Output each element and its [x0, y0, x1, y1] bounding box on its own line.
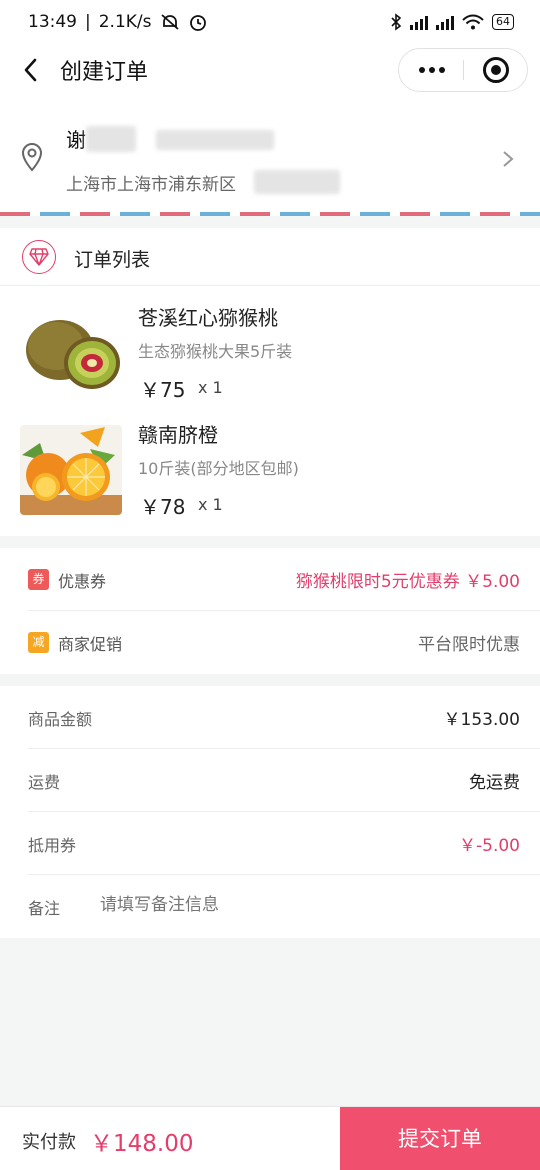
shipping-row: 运费 免运费: [0, 749, 540, 812]
signal-icon-2: [436, 14, 454, 30]
order-list-title: 订单列表: [74, 249, 151, 271]
order-item[interactable]: 赣南脐橙 10斤装(部分地区包邮) ￥78 x 1: [0, 415, 540, 525]
coupon-row[interactable]: 券 优惠券 猕猴桃限时5元优惠券 ￥5.00: [0, 548, 540, 611]
remark-label: 备注: [28, 899, 61, 918]
coupon-tag-icon: 券: [28, 569, 49, 590]
remark-row: 备注: [0, 875, 540, 938]
redacted-address: [254, 170, 340, 194]
recipient-name: 谢: [66, 128, 86, 152]
status-time: 13:49: [28, 12, 77, 32]
diamond-icon: [22, 240, 56, 274]
order-summary: 商品金额 ￥153.00 运费 免运费 抵用券 ￥-5.00 备注: [0, 686, 540, 938]
item-quantity: x 1: [198, 495, 223, 514]
voucher-label: 抵用券: [28, 836, 77, 855]
chevron-right-icon: [503, 151, 514, 167]
merchant-promo-label: 商家促销: [58, 635, 123, 654]
shipping-address[interactable]: 谢 上海市上海市浦东新区: [0, 96, 540, 216]
shipping-value: 免运费: [469, 773, 520, 793]
bluetooth-icon: [391, 13, 402, 31]
goods-amount-label: 商品金额: [28, 710, 93, 729]
alarm-icon: [189, 15, 206, 31]
wifi-icon: [462, 14, 484, 30]
status-separator: |: [85, 12, 91, 32]
pay-amount: ￥148.00: [90, 1131, 194, 1157]
battery-icon: 64: [492, 14, 514, 30]
address-line: 上海市上海市浦东新区: [66, 175, 236, 195]
location-pin-icon: [21, 142, 43, 172]
redacted-phone: [156, 130, 274, 150]
promotions-section: 券 优惠券 猕猴桃限时5元优惠券 ￥5.00 减 商家促销 平台限时优惠: [0, 548, 540, 674]
order-list: 订单列表 苍溪红心猕猴桃 生态猕猴桃大果5斤装 ￥75 x 1 赣南脐橙 10斤…: [0, 228, 540, 536]
item-price: ￥78: [140, 495, 186, 519]
item-desc: 10斤装(部分地区包邮): [138, 459, 299, 478]
goods-amount-value: ￥153.00: [443, 710, 520, 730]
status-right: 64: [390, 13, 514, 31]
checkout-bar: 实付款 ￥148.00 提交订单: [0, 1106, 540, 1170]
order-list-header: 订单列表: [0, 228, 540, 286]
coupon-value: 猕猴桃限时5元优惠券 ￥5.00: [295, 572, 520, 592]
discount-tag-icon: 减: [28, 632, 49, 653]
item-name: 赣南脐橙: [138, 423, 218, 447]
capsule-divider: [463, 60, 464, 80]
more-icon[interactable]: [417, 49, 447, 91]
item-desc: 生态猕猴桃大果5斤装: [138, 342, 293, 361]
mute-icon: [160, 14, 179, 30]
network-speed: 2.1K/s: [98, 12, 152, 32]
voucher-value: ￥-5.00: [459, 836, 520, 856]
mini-program-capsule: [398, 48, 528, 92]
goods-amount-row: 商品金额 ￥153.00: [0, 686, 540, 749]
redacted-name: [86, 126, 136, 152]
close-circle-icon[interactable]: [483, 57, 509, 83]
item-price: ￥75: [140, 378, 186, 402]
orange-image: [20, 425, 122, 515]
address-stripe-divider: [0, 212, 540, 216]
voucher-row: 抵用券 ￥-5.00: [0, 812, 540, 875]
item-quantity: x 1: [198, 378, 223, 397]
submit-order-button[interactable]: 提交订单: [340, 1107, 540, 1170]
back-icon[interactable]: [20, 56, 42, 84]
pay-label: 实付款: [22, 1132, 76, 1153]
coupon-label: 优惠券: [58, 572, 107, 591]
shipping-label: 运费: [28, 773, 61, 792]
status-left: 13:49 | 2.1K/s: [28, 12, 208, 32]
order-item[interactable]: 苍溪红心猕猴桃 生态猕猴桃大果5斤装 ￥75 x 1: [0, 298, 540, 408]
merchant-promo-row[interactable]: 减 商家促销 平台限时优惠: [0, 611, 540, 674]
status-bar: 13:49 | 2.1K/s 64: [0, 0, 540, 44]
signal-icon: [410, 14, 428, 30]
item-name: 苍溪红心猕猴桃: [138, 306, 278, 330]
remark-input[interactable]: [100, 885, 500, 925]
page-title: 创建订单: [60, 60, 149, 85]
nav-bar: 创建订单: [0, 44, 540, 96]
kiwi-image: [20, 308, 122, 398]
merchant-promo-value: 平台限时优惠: [418, 635, 520, 655]
